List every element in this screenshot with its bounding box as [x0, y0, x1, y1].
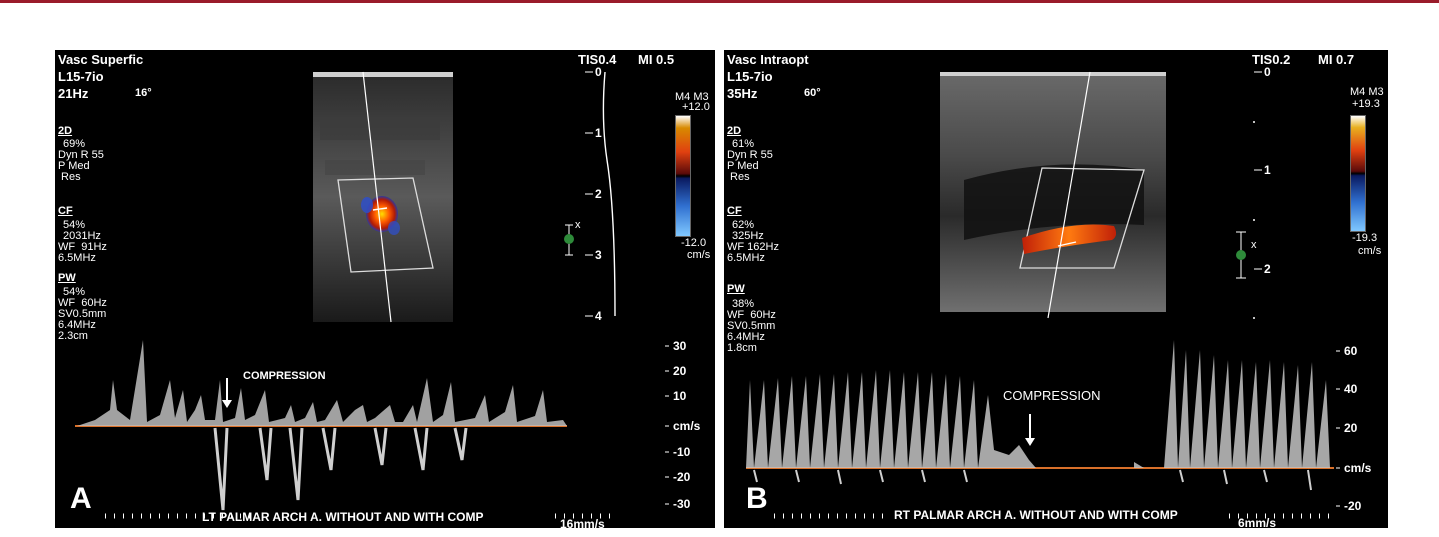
depth-tick-1: 1 — [595, 126, 602, 140]
color-bar-unit: cm/s — [1358, 245, 1382, 257]
label-cf: CF — [727, 205, 742, 217]
vel-tick-1: 60 — [1344, 344, 1358, 358]
depth-tick-2: 2 — [1264, 262, 1271, 276]
ultrasound-panel-b: Vasc Intraopt L15-7io 35Hz 60° TIS0.2 MI… — [724, 50, 1388, 528]
color-bar-max: +19.3 — [1352, 98, 1380, 110]
label-pw: PW — [58, 272, 76, 284]
panel-a-graphics — [75, 71, 669, 519]
panel-letter: A — [70, 482, 92, 515]
color-bar-min: -12.0 — [681, 237, 707, 249]
exam-preset: Vasc Intraopt — [727, 52, 809, 67]
color-velocity-bar — [1350, 115, 1366, 232]
steer-angle: 16° — [135, 87, 152, 99]
focus-x-label: x — [1251, 239, 1257, 251]
top-accent-bar — [0, 0, 1439, 3]
focus-x-label: x — [575, 219, 581, 231]
compression-label: COMPRESSION — [1003, 388, 1101, 403]
panel-letter: B — [746, 482, 768, 515]
sweep-speed: 6mm/s — [1238, 516, 1277, 528]
sweep-speed: 16mm/s — [560, 517, 605, 528]
vel-tick-5: -20 — [1344, 499, 1362, 513]
focus-marker — [1236, 250, 1246, 260]
depth-tick-4: 4 — [595, 309, 602, 323]
compression-label: COMPRESSION — [243, 370, 326, 382]
depth-tick-3: 3 — [595, 248, 602, 262]
depth-tick-1: 1 — [1264, 163, 1271, 177]
vel-tick-2: 20 — [673, 364, 687, 378]
label-pw: PW — [727, 283, 745, 295]
param-cf-4: 6.5MHz — [727, 252, 765, 264]
panel-caption: LT PALMAR ARCH A. WITHOUT AND WITH COMP — [202, 510, 484, 524]
label-2d: 2D — [727, 125, 742, 137]
param-2d-4: Res — [727, 171, 750, 183]
vel-tick-3: 10 — [673, 389, 687, 403]
tis-index: TIS0.2 — [1252, 52, 1291, 67]
panel-b-graphics — [746, 71, 1340, 519]
mi-index: MI 0.5 — [638, 52, 675, 67]
vel-tick-1: 30 — [673, 339, 687, 353]
vel-tick-7: -30 — [673, 497, 691, 511]
depth-tick-2: 2 — [595, 187, 602, 201]
param-pw-5: 2.3cm — [58, 330, 88, 342]
frame-rate: 35Hz — [727, 86, 758, 101]
color-bar-min: -19.3 — [1352, 232, 1378, 244]
panel-caption: RT PALMAR ARCH A. WITHOUT AND WITH COMP — [894, 508, 1178, 522]
ultrasound-panel-a: Vasc Superfic L15-7io 21Hz 16° TIS0.4 MI… — [55, 50, 715, 528]
depth-tick-0: 0 — [595, 65, 602, 79]
label-cf: CF — [58, 205, 73, 217]
param-2d-4: Res — [58, 171, 81, 183]
label-2d: 2D — [58, 125, 73, 137]
vel-tick-5: -10 — [673, 445, 691, 459]
vel-tick-unit: cm/s — [1344, 461, 1372, 475]
focus-marker — [564, 234, 574, 244]
vel-tick-3: 20 — [1344, 421, 1358, 435]
depth-tick-0: 0 — [1264, 65, 1271, 79]
vel-tick-unit: cm/s — [673, 419, 701, 433]
spectral-waveform — [77, 340, 567, 426]
probe-name: L15-7io — [58, 69, 104, 84]
steer-angle: 60° — [804, 87, 821, 99]
exam-preset: Vasc Superfic — [58, 52, 144, 67]
spectral-waveform-reverse — [213, 427, 468, 511]
tgc-curve — [602, 71, 616, 317]
color-velocity-bar — [675, 115, 691, 237]
frame-rate: 21Hz — [58, 86, 89, 101]
spectral-waveform — [746, 340, 1330, 468]
color-bar-unit: cm/s — [687, 249, 711, 261]
vel-tick-6: -20 — [673, 470, 691, 484]
probe-name: L15-7io — [727, 69, 773, 84]
color-bar-max: +12.0 — [682, 101, 710, 113]
param-cf-4: 6.5MHz — [58, 252, 96, 264]
spectral-waveform-reverse — [753, 469, 1312, 491]
color-bar-mode: M4 M3 — [1350, 86, 1384, 98]
mi-index: MI 0.7 — [1318, 52, 1355, 67]
param-pw-5: 1.8cm — [727, 342, 757, 354]
vel-tick-2: 40 — [1344, 382, 1358, 396]
